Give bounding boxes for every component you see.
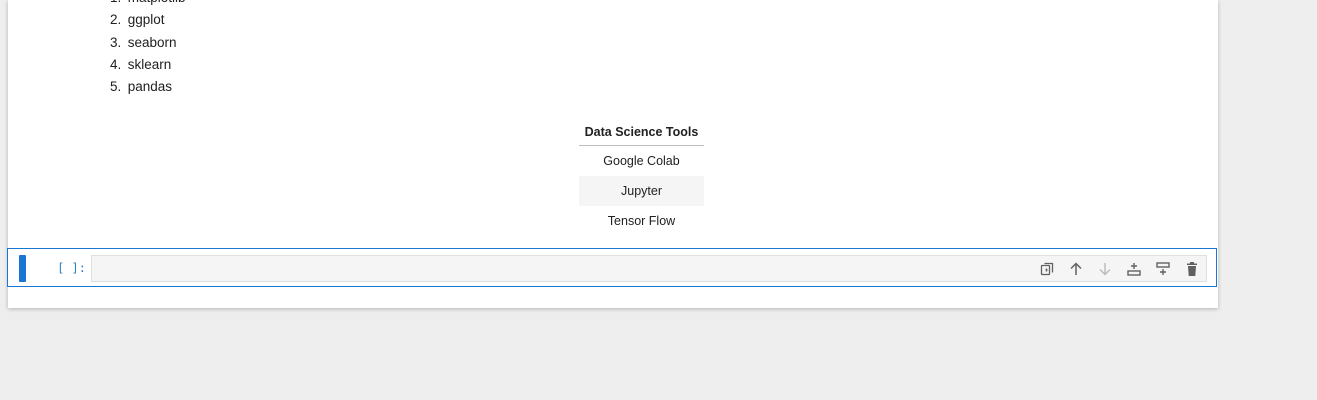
list-item-number: 2.: [110, 12, 122, 28]
table-row: Tensor Flow: [579, 206, 704, 236]
delete-cell-button[interactable]: [1180, 257, 1204, 281]
insert-below-icon: [1156, 262, 1170, 275]
list-item: 1. matplotlib: [110, 0, 186, 9]
markdown-ordered-list: 1. matplotlib 2. ggplot 3. seaborn 4. sk…: [110, 0, 186, 98]
delete-icon: [1187, 262, 1197, 276]
list-item: 2. ggplot: [110, 9, 186, 31]
table-cell: Jupyter: [579, 176, 704, 206]
duplicate-cell-button[interactable]: [1035, 257, 1059, 281]
table-row: Jupyter: [579, 176, 704, 206]
list-item-number: 3.: [110, 34, 122, 50]
table-cell: Tensor Flow: [607, 214, 676, 228]
list-item-text: ggplot: [127, 12, 165, 28]
arrow-up-icon: [1070, 262, 1082, 275]
table-cell: Google Colab: [603, 154, 680, 168]
move-down-button[interactable]: [1093, 257, 1117, 281]
list-item-number: 4.: [110, 56, 122, 72]
list-item-number: 5.: [110, 79, 122, 95]
cell-collapser[interactable]: [19, 255, 26, 282]
table-header-cell: Data Science Tools: [579, 118, 704, 146]
list-item: 3. seaborn: [110, 32, 186, 54]
move-up-button[interactable]: [1064, 257, 1088, 281]
input-prompt: [ ]:: [57, 261, 86, 275]
table-row: Google Colab: [579, 146, 704, 177]
arrow-down-icon: [1099, 263, 1111, 276]
data-science-tools-table: Data Science Tools Google Colab Jupyter …: [579, 118, 704, 236]
list-item-text: pandas: [127, 79, 173, 95]
list-item: 4. sklearn: [110, 54, 186, 76]
insert-above-icon: [1127, 263, 1141, 276]
table-header-row: Data Science Tools: [579, 118, 704, 146]
insert-below-button[interactable]: [1151, 257, 1175, 281]
active-code-cell[interactable]: [ ]:: [7, 248, 1217, 287]
insert-above-button[interactable]: [1122, 257, 1146, 281]
list-item-text: seaborn: [127, 34, 177, 50]
cell-toolbar: [1035, 257, 1204, 281]
list-item-number: 1.: [110, 0, 124, 9]
list-item-text: matplotlib: [128, 0, 186, 5]
list-item-text: sklearn: [127, 56, 172, 72]
list-item: 5. pandas: [110, 76, 186, 98]
duplicate-icon: [1040, 262, 1054, 276]
